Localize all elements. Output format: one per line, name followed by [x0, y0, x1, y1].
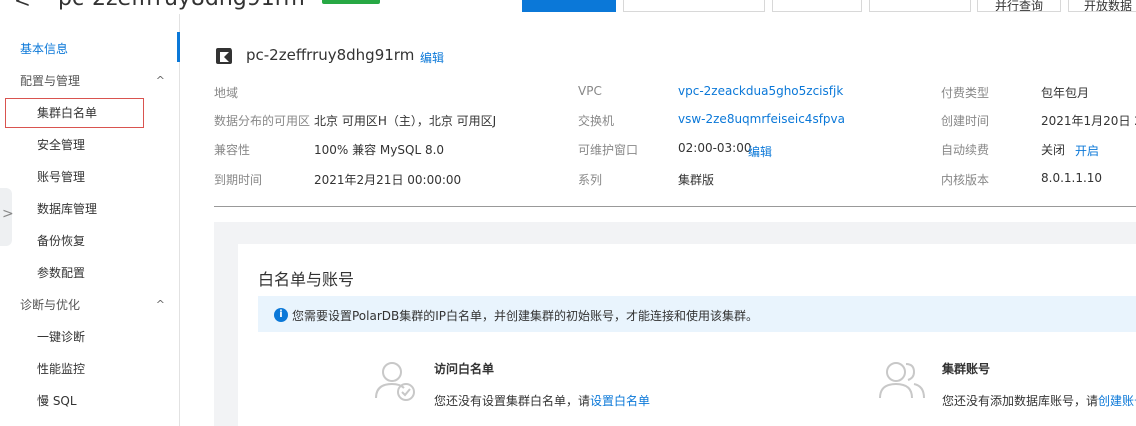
- cluster-name: pc-2zeffrruy8dhg91rm: [246, 46, 415, 64]
- sidebar-item-label: 数据库管理: [37, 202, 98, 216]
- header-button-2[interactable]: [623, 0, 765, 12]
- sidebar-group-diagnosis[interactable]: 诊断与优化 ^: [0, 291, 179, 319]
- zone-label: 数据分布的可用区: [214, 114, 311, 128]
- whitelist-card-title: 访问白名单: [434, 362, 495, 376]
- back-icon[interactable]: <: [14, 0, 31, 12]
- edit-maintenance-link[interactable]: 编辑: [748, 143, 772, 160]
- enable-auto-renew-link[interactable]: 开启: [1075, 142, 1099, 159]
- user-check-icon: [375, 362, 415, 401]
- sidebar-item-performance[interactable]: 性能监控: [0, 355, 179, 383]
- status-badge: [322, 0, 380, 4]
- cluster-logo-icon: [216, 48, 232, 64]
- sidebar-item-databases[interactable]: 数据库管理: [0, 195, 179, 223]
- main-content: pc-2zeffrruy8dhg91rm 编辑 地域 数据分布的可用区 北京 可…: [180, 14, 1136, 426]
- vswitch-link[interactable]: vsw-2ze8uqmrfeiseic4sfpva: [678, 112, 845, 126]
- account-card-desc: 您还没有添加数据库账号，请创建账号: [942, 392, 1136, 409]
- sidebar-item-label: 诊断与优化: [20, 298, 81, 312]
- series-label: 系列: [578, 173, 603, 187]
- billing-label: 付费类型: [941, 86, 990, 100]
- chevron-right-icon: >: [2, 206, 14, 222]
- info-icon: i: [274, 308, 288, 322]
- compatibility-value: 100% 兼容 MySQL 8.0: [314, 143, 445, 157]
- maintenance-label: 可维护窗口: [578, 143, 639, 157]
- sidebar-item-label: 参数配置: [37, 266, 86, 280]
- sidebar-item-label: 慢 SQL: [37, 394, 77, 408]
- parallel-query-button[interactable]: 并行查询: [977, 0, 1061, 12]
- zone-value: 北京 可用区H（主），北京 可用区J: [314, 114, 497, 128]
- vpc-label: VPC: [578, 84, 602, 98]
- sidebar-collapse-handle[interactable]: >: [0, 188, 14, 246]
- whitelist-card-desc: 您还没有设置集群白名单，请设置白名单: [434, 392, 650, 409]
- notice-text: 您需要设置PolarDB集群的IP白名单，并创建集群的初始账号，才能连接和使用该…: [292, 309, 759, 323]
- sidebar-item-label: 安全管理: [37, 138, 86, 152]
- panel-title: 白名单与账号: [258, 270, 355, 289]
- sidebar-item-label: 集群白名单: [37, 106, 98, 120]
- sidebar: 基本信息 配置与管理 ^ 集群白名单 安全管理 账号管理 数据库管理 备份恢复 参…: [0, 14, 180, 426]
- info-notice: i 您需要设置PolarDB集群的IP白名单，并创建集群的初始账号，才能连接和使…: [258, 296, 1136, 332]
- kernel-version-value: 8.0.1.1.10: [1041, 171, 1103, 185]
- page-title: pc-2zeffrruy8dhg91rm: [58, 0, 305, 11]
- sidebar-item-label: 基本信息: [20, 42, 69, 56]
- sidebar-item-label: 配置与管理: [20, 74, 81, 88]
- header-button-3[interactable]: [772, 0, 862, 12]
- edit-cluster-name-link[interactable]: 编辑: [420, 49, 444, 66]
- expire-value: 2021年2月21日 00:00:00: [314, 173, 462, 187]
- sidebar-item-params[interactable]: 参数配置: [0, 259, 179, 287]
- vswitch-label: 交换机: [578, 114, 615, 128]
- created-label: 创建时间: [941, 114, 990, 128]
- header-button-4[interactable]: [869, 0, 971, 12]
- whitelist-desc-text: 您还没有设置集群白名单，请: [434, 394, 591, 408]
- sidebar-item-security[interactable]: 安全管理: [0, 131, 179, 159]
- sidebar-item-label: 账号管理: [37, 170, 86, 184]
- sidebar-item-backup[interactable]: 备份恢复: [0, 227, 179, 255]
- region-label: 地域: [214, 86, 239, 100]
- sidebar-item-label: 性能监控: [37, 362, 86, 376]
- billing-value: 包年包月: [1041, 86, 1090, 100]
- sidebar-item-label: 一键诊断: [37, 330, 86, 344]
- page-header: < pc-2zeffrruy8dhg91rm 并行查询 开放数据: [0, 0, 1136, 14]
- sidebar-item-whitelist[interactable]: 集群白名单: [5, 98, 144, 128]
- sidebar-item-slow-sql[interactable]: 慢 SQL: [0, 387, 179, 415]
- maintenance-value: 02:00-03:00: [678, 141, 752, 155]
- account-desc-text: 您还没有添加数据库账号，请: [942, 394, 1099, 408]
- users-icon: [879, 362, 925, 399]
- whitelist-account-panel: 白名单与账号 i 您需要设置PolarDB集群的IP白名单，并创建集群的初始账号…: [238, 244, 1136, 426]
- auto-renew-label: 自动续费: [941, 143, 990, 157]
- sidebar-item-basic-info[interactable]: 基本信息: [0, 35, 179, 63]
- compatibility-label: 兼容性: [214, 143, 251, 157]
- vpc-link[interactable]: vpc-2zeackdua5gho5zcisfjk: [678, 84, 843, 98]
- account-card-title: 集群账号: [942, 362, 991, 376]
- kernel-version-label: 内核版本: [941, 173, 990, 187]
- set-whitelist-link[interactable]: 设置白名单: [590, 394, 650, 408]
- sidebar-item-one-click-diagnosis[interactable]: 一键诊断: [0, 323, 179, 351]
- created-value: 2021年1月20日 21: [1041, 114, 1136, 128]
- chevron-up-icon: ^: [155, 74, 165, 87]
- chevron-up-icon: ^: [155, 298, 165, 311]
- expire-label: 到期时间: [214, 173, 263, 187]
- auto-renew-value: 关闭: [1041, 143, 1066, 157]
- series-value: 集群版: [678, 173, 715, 187]
- sidebar-group-config[interactable]: 配置与管理 ^: [0, 67, 179, 95]
- divider: [214, 206, 1136, 207]
- header-button-1[interactable]: [522, 0, 616, 12]
- open-data-button[interactable]: 开放数据: [1068, 0, 1136, 12]
- sidebar-item-accounts[interactable]: 账号管理: [0, 163, 179, 191]
- sidebar-item-label: 备份恢复: [37, 234, 86, 248]
- create-account-link[interactable]: 创建账号: [1098, 394, 1136, 408]
